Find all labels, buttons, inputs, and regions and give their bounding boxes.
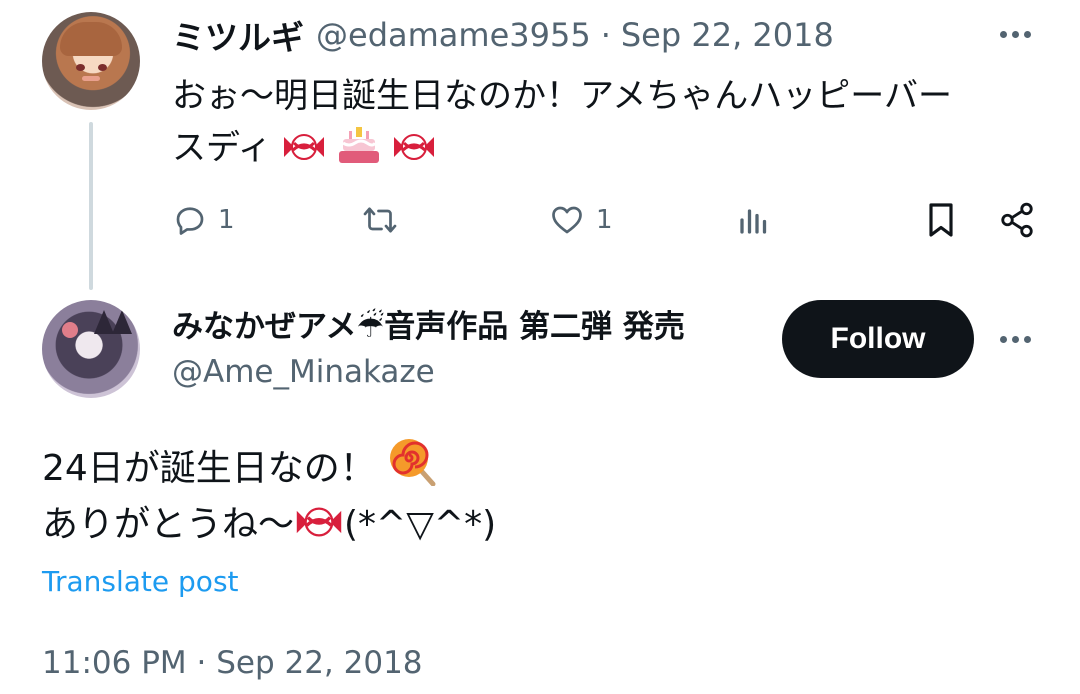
avatar-eye [76,64,85,71]
avatar-hair [60,22,122,56]
bookmark-button[interactable] [924,198,958,242]
reply-text-line2: スディ [172,122,1032,174]
like-count: 1 [596,205,613,235]
lollipop-icon [390,439,436,486]
reply-text-line2-text: スディ [172,128,272,168]
reply-icon [176,207,204,235]
avatar-ear [112,310,132,334]
thread-line [89,122,93,290]
reply-tweet-text: おぉ〜明日誕生日なのか！アメちゃんハッピーバー スディ [172,70,1032,174]
main-text-line2: ありがとうね〜 (*^▽^*) [42,497,1022,553]
handle-text[interactable]: @edamame3955 [316,16,591,54]
views-icon [740,209,767,234]
like-icon [552,206,582,234]
main-text-line1-text: 24日が誕生日なの！ [42,448,376,489]
birthday-cake-icon [339,127,380,163]
author-handle: @edamame3955 · Sep 22, 2018 [316,16,834,54]
avatar-mouth [82,76,100,81]
reply-button[interactable]: 1 [172,198,235,242]
like-button[interactable]: 1 [548,198,613,242]
main-text-line2-b: (*^▽^*) [344,504,497,545]
share-icon [1001,202,1033,238]
reply-count: 1 [218,205,235,235]
tweet-date[interactable]: Sep 22, 2018 [621,16,834,54]
translate-link[interactable]: Translate post [42,565,239,598]
retweet-button[interactable] [360,198,400,242]
candy-icon [394,134,435,160]
retweet-icon [363,207,397,233]
separator-dot: · [600,16,611,54]
follow-button[interactable]: Follow [782,300,974,378]
views-button[interactable] [736,198,772,242]
more-icon[interactable] [1000,31,1031,38]
avatar-eye [98,64,107,71]
reply-tweet-header: ミツルギ @edamame3955 · Sep 22, 2018 [172,10,834,60]
main-tweet-text: 24日が誕生日なの！ ありがとうね〜 (*^▽^*) [42,436,1022,553]
main-text-line2-a: ありがとうね〜 [42,504,295,545]
bookmark-icon [929,203,953,237]
tweet-timestamp[interactable]: 11:06 PM · Sep 22, 2018 [42,645,423,681]
share-button[interactable] [998,198,1036,242]
more-icon[interactable] [1000,336,1031,343]
reply-text-line1: おぉ〜明日誕生日なのか！アメちゃんハッピーバー [172,76,952,116]
candy-icon [284,134,325,160]
avatar[interactable] [42,300,140,398]
author-name[interactable]: ミツルギ [172,11,304,59]
tweet-actions: 1 1 [172,198,1040,242]
avatar-flower [62,322,78,338]
candy-icon [296,507,342,537]
author-name[interactable]: みなかぜアメ☔音声作品 第二弾 発売 [172,303,762,351]
avatar-ear [94,310,114,334]
author-handle[interactable]: @Ame_Minakaze [172,354,435,390]
main-text-line1: 24日が誕生日なの！ [42,436,1022,497]
avatar[interactable] [42,12,140,110]
